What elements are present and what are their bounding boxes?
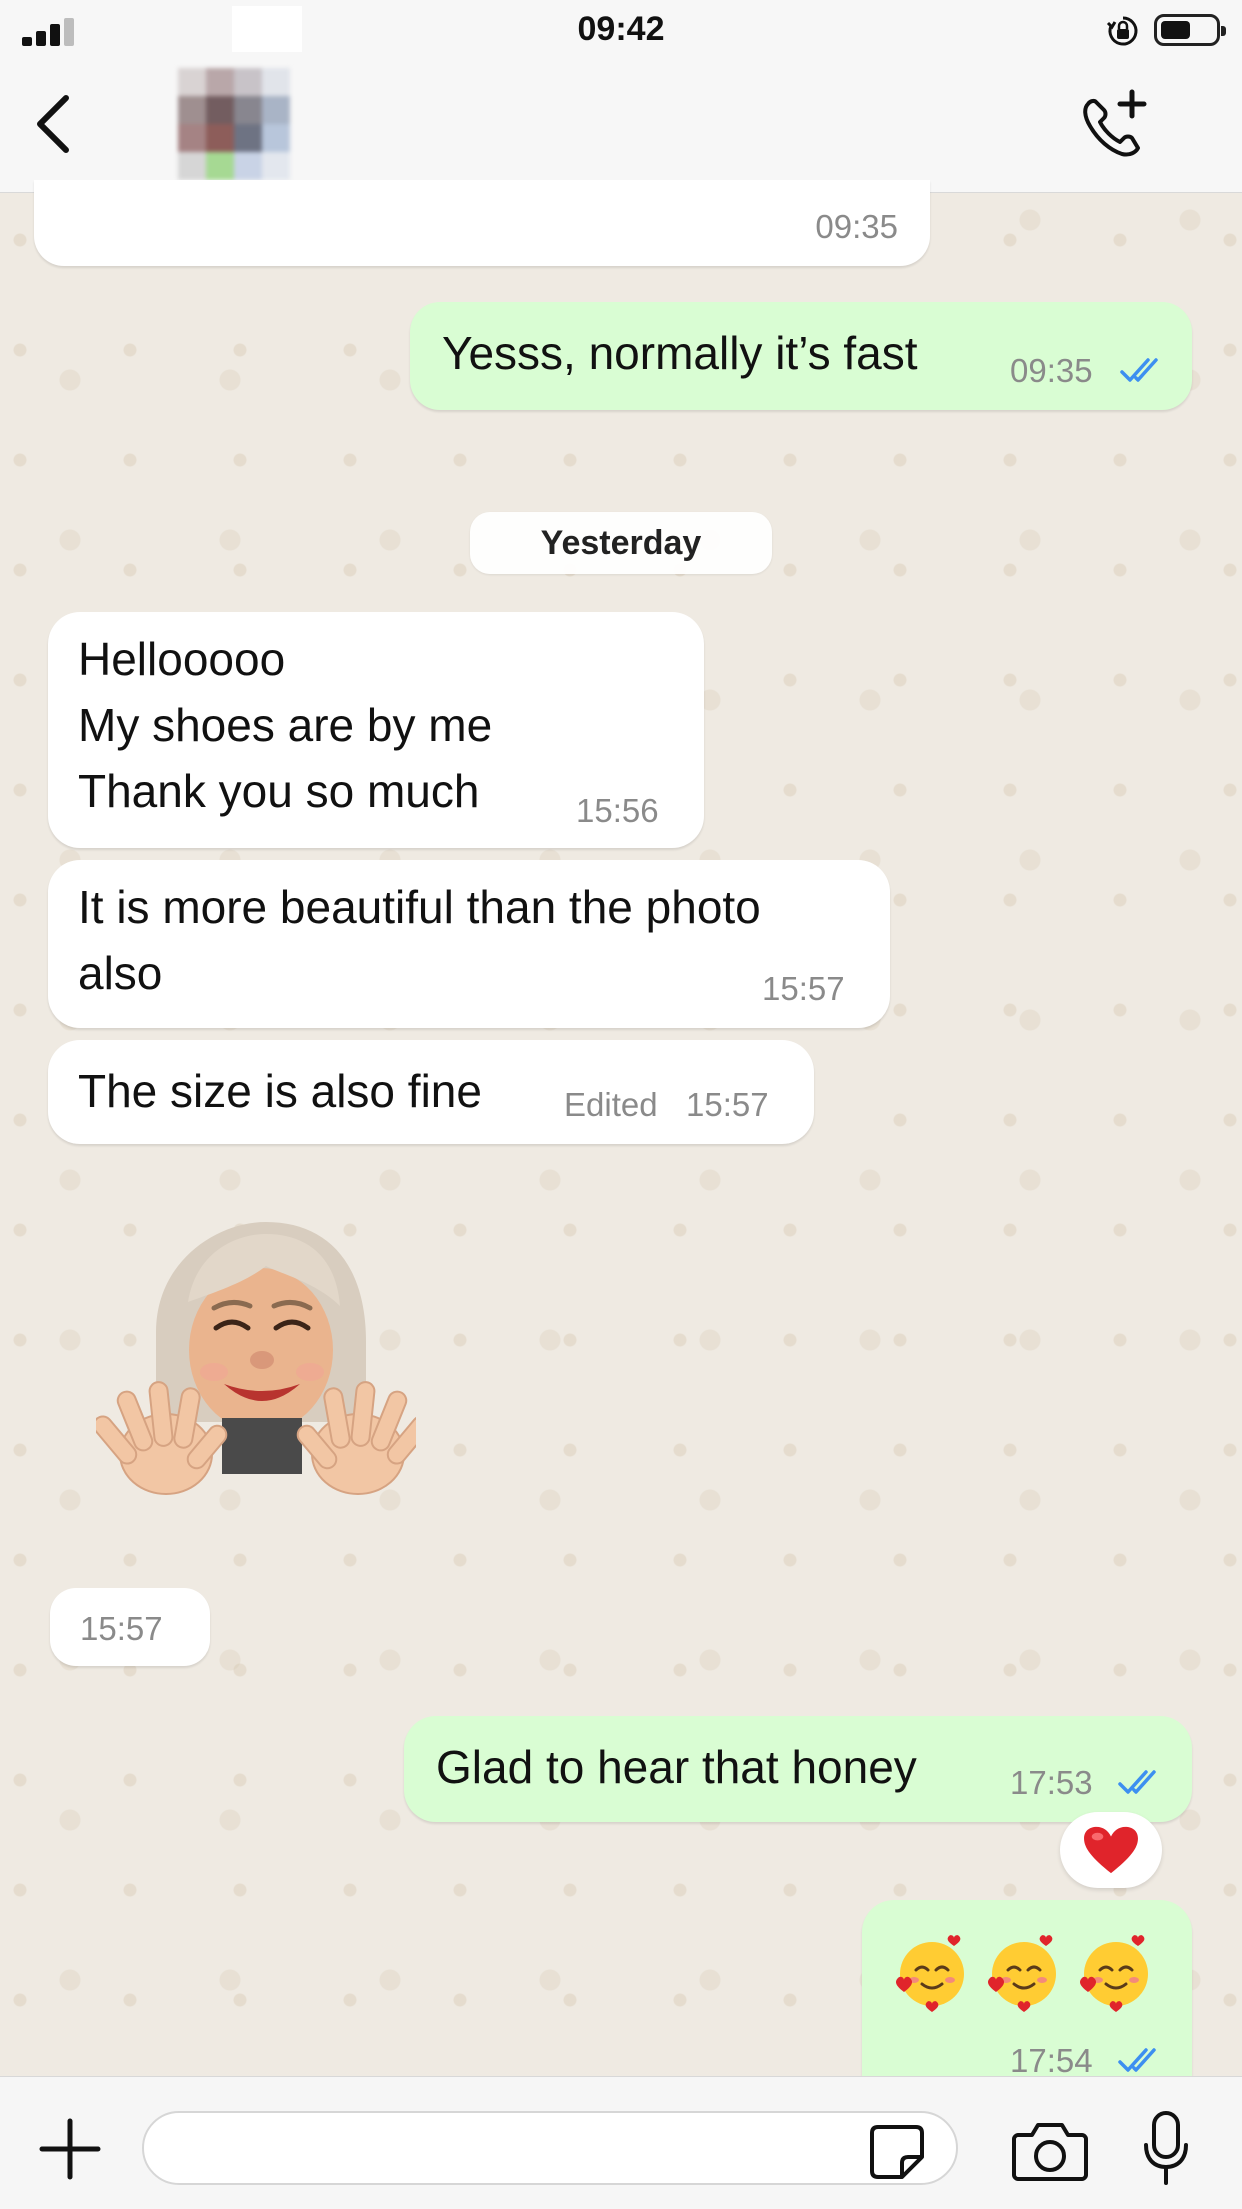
memoji-sticker[interactable]	[96, 1222, 416, 1522]
message-bubble-incoming[interactable]: It is more beautiful than the photo also…	[48, 860, 890, 1028]
sticker-icon[interactable]	[868, 2123, 926, 2181]
rotation-lock-icon	[1106, 16, 1138, 46]
message-text: Hellooooo My shoes are by me Thank you s…	[78, 633, 493, 817]
message-time: 15:57	[762, 970, 845, 1007]
message-text: Yesss, normally it’s fast	[442, 327, 918, 379]
message-time: 15:56	[576, 792, 659, 829]
message-time: 17:54	[1010, 2042, 1093, 2079]
chevron-left-icon[interactable]	[30, 92, 78, 156]
smiling-face-with-hearts-icon	[896, 1935, 964, 2012]
heart-icon	[1084, 1826, 1138, 1874]
read-ticks-icon	[1120, 358, 1158, 382]
message-time: 15:57	[686, 1086, 769, 1123]
message-time: 17:53	[1010, 1764, 1093, 1801]
date-separator: Yesterday	[470, 512, 772, 574]
microphone-icon[interactable]	[1142, 2111, 1190, 2187]
plus-icon[interactable]	[38, 2117, 102, 2181]
chat-header	[0, 62, 1242, 193]
message-bubble-outgoing[interactable]: 17:54	[862, 1900, 1192, 2100]
message-bubble-incoming[interactable]: The size is also fine Edited 15:57	[48, 1040, 814, 1144]
add-call-icon[interactable]	[1074, 86, 1154, 166]
message-time: 09:35	[1010, 352, 1093, 389]
read-ticks-icon	[1118, 1770, 1156, 1794]
smiling-face-with-hearts-icon	[1080, 1935, 1148, 2012]
reaction-badge[interactable]	[1060, 1812, 1162, 1888]
message-text: The size is also fine	[78, 1065, 482, 1117]
message-input-bar	[0, 2076, 1242, 2209]
message-text: Glad to hear that honey	[436, 1741, 917, 1793]
message-bubble-incoming[interactable]: 09:35	[34, 180, 930, 266]
message-time: 09:35	[815, 208, 898, 245]
read-ticks-icon	[1118, 2048, 1156, 2072]
status-time: 09:42	[577, 10, 665, 48]
message-bubble-incoming[interactable]: Hellooooo My shoes are by me Thank you s…	[48, 612, 704, 848]
message-time: 15:57	[80, 1610, 163, 1647]
message-bubble-incoming[interactable]: 15:57	[50, 1588, 210, 1666]
message-bubble-outgoing[interactable]: Glad to hear that honey 17:53	[404, 1716, 1192, 1822]
contact-name[interactable]	[320, 102, 528, 144]
message-input[interactable]	[142, 2111, 958, 2185]
message-text: It is more beautiful than the photo also	[78, 881, 761, 999]
edited-label: Edited	[564, 1086, 658, 1123]
smiling-face-with-hearts-icon	[988, 1935, 1056, 2012]
avatar[interactable]	[178, 68, 290, 182]
battery-icon	[1154, 14, 1226, 46]
camera-icon[interactable]	[1012, 2119, 1088, 2181]
status-bar: 09:42	[0, 0, 1242, 62]
message-bubble-outgoing[interactable]: Yesss, normally it’s fast 09:35	[410, 302, 1192, 410]
